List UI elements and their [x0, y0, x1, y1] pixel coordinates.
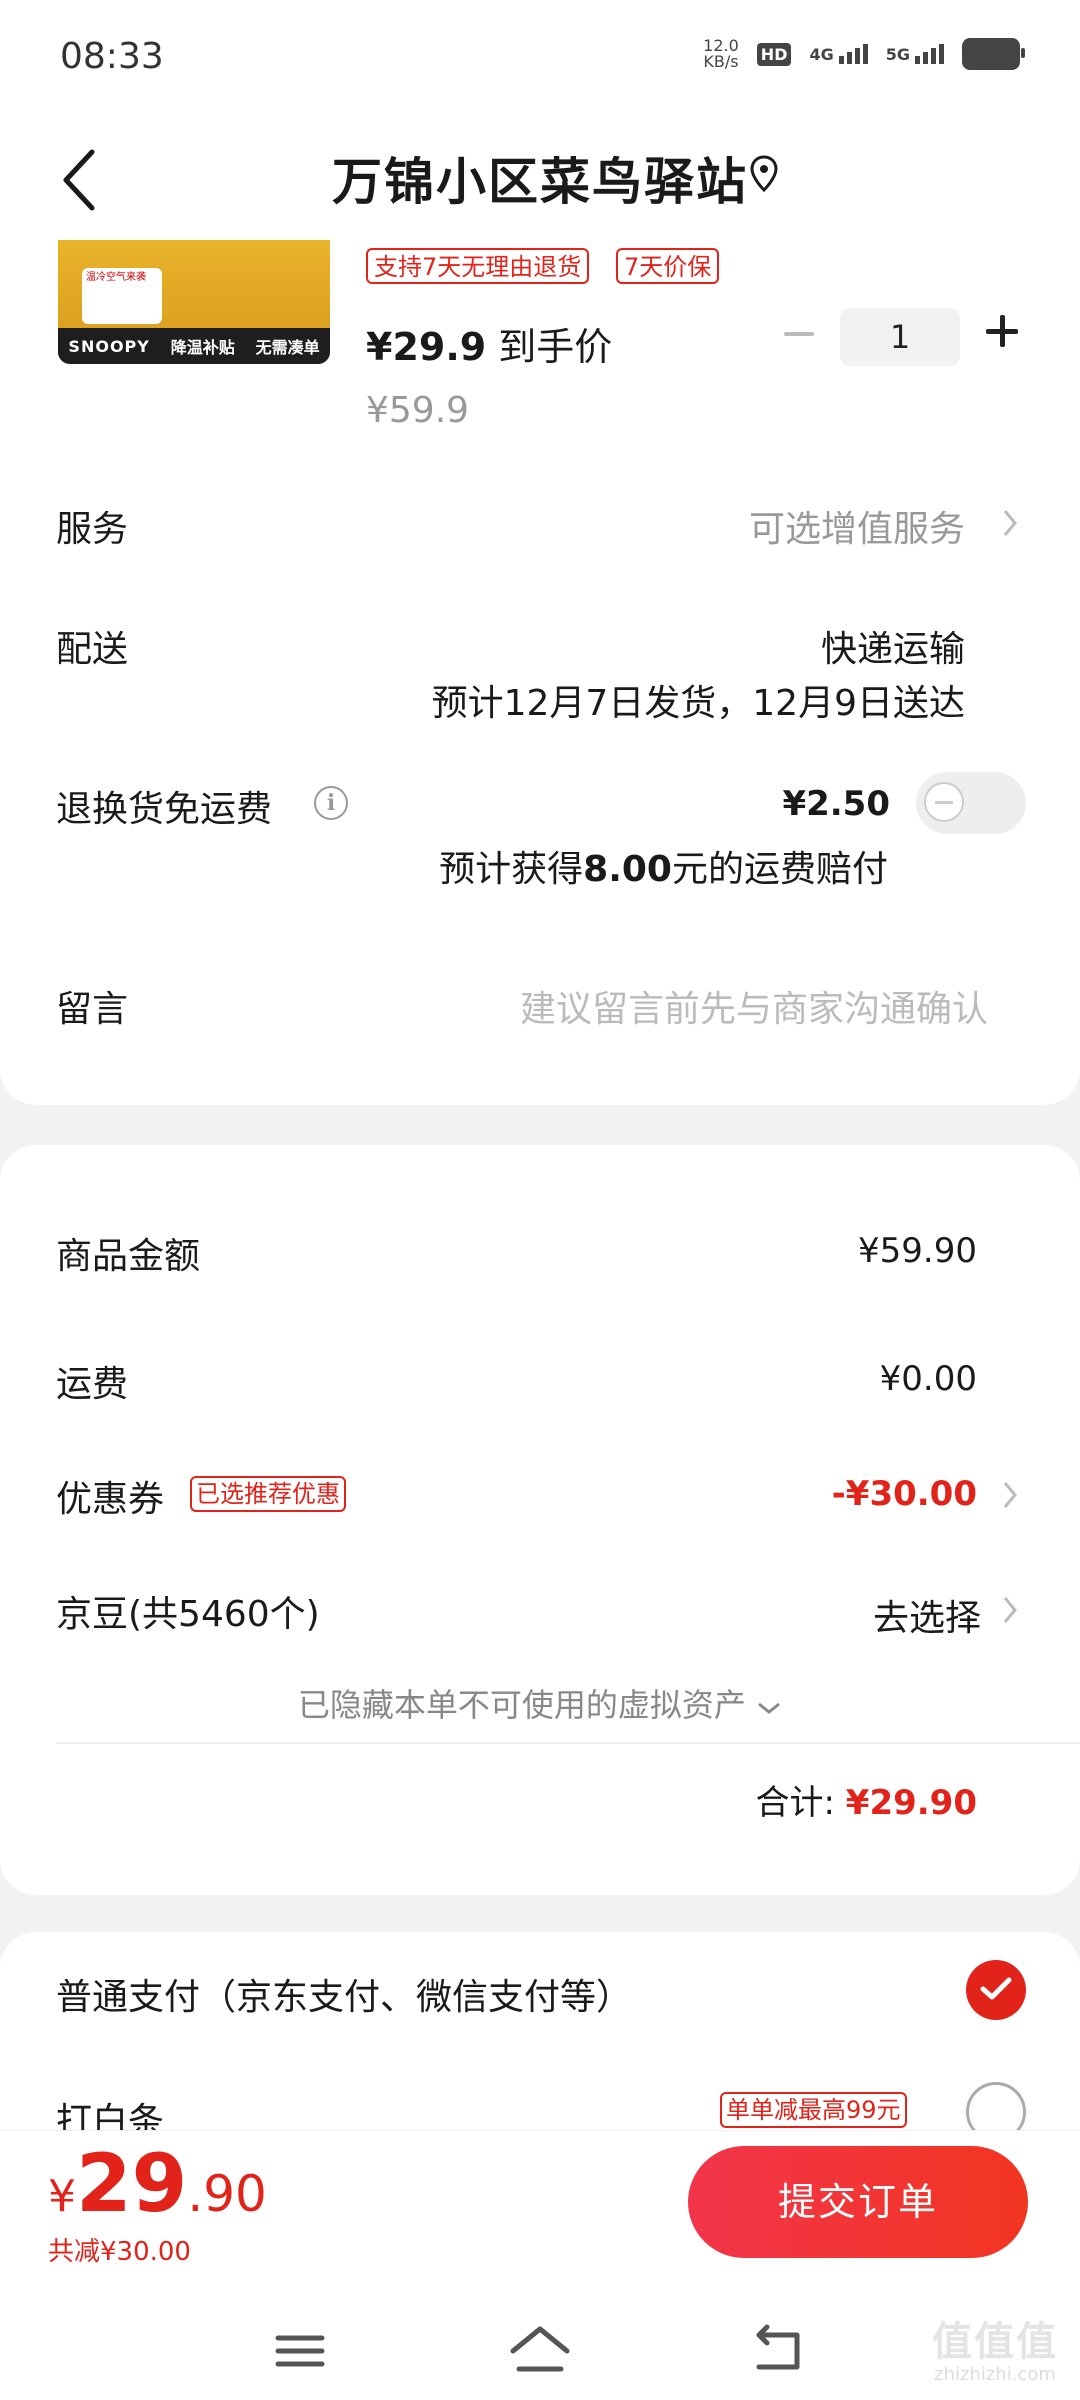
nav-back-button[interactable]	[745, 2321, 815, 2381]
submit-order-button[interactable]: 提交订单	[688, 2146, 1028, 2258]
product-image-note: 温冷空气来袭	[82, 268, 162, 324]
normal-payment-radio[interactable]	[966, 1960, 1026, 2020]
coupon-value: -¥30.00	[831, 1474, 977, 1514]
goods-amount-label: 商品金额	[56, 1236, 201, 1277]
product-image-banner: SNOOPY 降温补贴 无需凑单	[58, 328, 330, 364]
return-policy-tag: 支持7天无理由退货	[366, 248, 590, 284]
baitiao-promo-tag: 单单减最高99元	[720, 2092, 907, 2128]
product-price: ¥29.9 到手价	[366, 325, 613, 369]
discount-total: 共减¥30.00	[48, 2237, 191, 2267]
signal-4g-icon: 4G	[809, 44, 868, 64]
quantity-increase-button[interactable]	[976, 302, 1028, 362]
system-nav-bar	[0, 2301, 1080, 2400]
battery-icon	[962, 38, 1025, 70]
shipping-fee-label: 运费	[56, 1364, 129, 1405]
nav-menu-button[interactable]	[265, 2321, 335, 2381]
total-value: ¥29.90	[845, 1783, 977, 1823]
chevron-right-icon	[1002, 508, 1018, 538]
delivery-method: 快递运输	[820, 629, 965, 670]
return-shipping-price: ¥2.50	[782, 784, 890, 824]
coupon-tag: 已选推荐优惠	[190, 1476, 346, 1512]
note-input[interactable]: 建议留言前先与商家沟通确认	[520, 980, 988, 1032]
menu-icon	[275, 2335, 325, 2367]
status-time: 08:33	[60, 36, 164, 77]
minus-icon	[784, 332, 814, 336]
shipping-fee-value: ¥0.00	[879, 1359, 977, 1399]
jd-beans-row[interactable]: 京豆(共5460个) 去选择	[0, 1585, 1080, 1645]
nav-home-button[interactable]	[505, 2321, 575, 2381]
order-confirm-page: 08:33 12.0 KB/s HD 4G 5G 万锦小区菜鸟驿站 温冷空气来袭…	[0, 0, 1080, 2400]
service-value: 可选增值服务	[748, 509, 965, 550]
coupon-row[interactable]: 优惠券 已选推荐优惠 -¥30.00	[0, 1470, 1080, 1530]
baitiao-payment-radio[interactable]	[966, 2082, 1026, 2132]
jd-beans-label: 京豆(共5460个)	[56, 1594, 320, 1635]
checkmark-icon	[980, 1977, 1012, 2000]
chevron-down-icon	[758, 1702, 781, 1714]
product-image[interactable]: 温冷空气来袭 SNOOPY 降温补贴 无需凑单	[58, 240, 330, 364]
toggle-knob	[924, 782, 964, 822]
bottom-bar: ¥29.90 共减¥30.00 提交订单	[0, 2130, 1080, 2400]
return-shipping-row: 退换货免运费 i ¥2.50 预计获得8.00元的运费赔付	[0, 772, 1080, 910]
delivery-estimate: 预计12月7日发货，12月9日送达	[431, 683, 965, 724]
divider	[56, 1742, 1080, 1744]
watermark-site: zhizhizhi.com	[934, 2364, 1056, 2385]
price-summary-card: 商品金额 ¥59.90 运费 ¥0.00 优惠券 已选推荐优惠 -¥30.00 …	[0, 1145, 1080, 1895]
home-icon	[510, 2326, 570, 2372]
delivery-label: 配送	[56, 629, 129, 670]
quantity-decrease-button[interactable]	[778, 306, 820, 362]
note-label: 留言	[56, 989, 129, 1030]
order-details-card: 温冷空气来袭 SNOOPY 降温补贴 无需凑单 支持7天无理由退货 7天价保 ¥…	[0, 240, 1080, 1105]
coupon-label: 优惠券	[56, 1479, 165, 1520]
final-price: ¥29.90	[48, 2137, 267, 2230]
product-promo-2: 无需凑单	[255, 338, 320, 357]
product-brand: SNOOPY	[68, 336, 150, 356]
hidden-assets-toggle[interactable]: 已隐藏本单不可使用的虚拟资产	[0, 1680, 1080, 1726]
normal-payment-label[interactable]: 普通支付（京东支付、微信支付等）	[56, 1968, 632, 2020]
service-row[interactable]: 服务 可选增值服务	[0, 500, 1080, 590]
signal-5g-icon: 5G	[886, 44, 944, 64]
return-shipping-toggle[interactable]	[916, 772, 1026, 834]
back-arrow-icon	[756, 2324, 800, 2370]
goods-amount-value: ¥59.90	[858, 1231, 977, 1271]
quantity-field[interactable]: 1	[840, 308, 960, 366]
status-icons: 12.0 KB/s HD 4G 5G	[703, 36, 1025, 71]
watermark-logo: 值值值	[932, 2319, 1058, 2365]
info-icon[interactable]: i	[314, 786, 348, 820]
header: 万锦小区菜鸟驿站	[0, 120, 1080, 240]
location-pin-icon[interactable]	[748, 154, 780, 194]
goods-amount-row: 商品金额 ¥59.90	[0, 1227, 1080, 1287]
hd-icon: HD	[756, 42, 792, 66]
product-promo-1: 降温补贴	[170, 338, 235, 357]
watermark: 值值值 zhizhizhi.com	[920, 2320, 1070, 2400]
return-shipping-note: 预计获得8.00元的运费赔付	[439, 849, 888, 890]
payment-method-card: 普通支付（京东支付、微信支付等） 打白条 单单减最高99元	[0, 1932, 1080, 2132]
page-title: 万锦小区菜鸟驿站	[332, 153, 748, 211]
chevron-right-icon	[1002, 1595, 1018, 1625]
total-row: 合计: ¥29.90	[755, 1783, 977, 1823]
original-price: ¥59.9	[366, 390, 470, 431]
baitiao-payment-label[interactable]: 打白条	[56, 2092, 164, 2132]
return-shipping-label: 退换货免运费	[56, 789, 273, 830]
net-speed: 12.0 KB/s	[703, 36, 739, 71]
delivery-row[interactable]: 配送 快递运输 预计12月7日发货，12月9日送达	[0, 620, 1080, 740]
shipping-fee-row: 运费 ¥0.00	[0, 1355, 1080, 1415]
jd-beans-value: 去选择	[872, 1598, 981, 1639]
note-row[interactable]: 留言 建议留言前先与商家沟通确认	[0, 980, 1080, 1060]
price-protect-tag: 7天价保	[616, 248, 720, 284]
service-label: 服务	[56, 509, 129, 550]
status-bar: 08:33 12.0 KB/s HD 4G 5G	[0, 0, 1080, 120]
chevron-right-icon	[1002, 1480, 1018, 1510]
